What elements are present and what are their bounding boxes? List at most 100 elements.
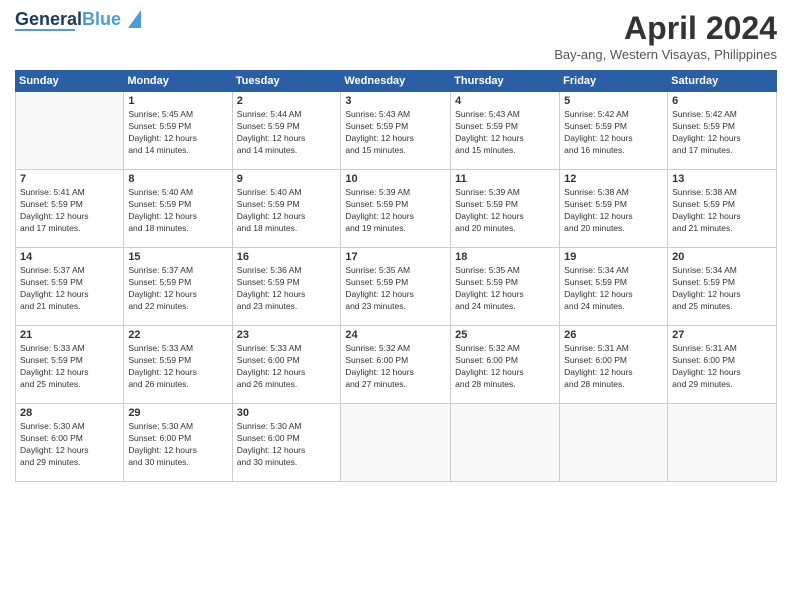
- day-number: 14: [20, 251, 119, 263]
- calendar-cell: 5 Sunrise: 5:42 AMSunset: 5:59 PMDaylight…: [560, 92, 668, 170]
- calendar-cell: 8 Sunrise: 5:40 AMSunset: 5:59 PMDaylight…: [124, 170, 232, 248]
- calendar-cell: 18 Sunrise: 5:35 AMSunset: 5:59 PMDayligh…: [451, 248, 560, 326]
- calendar-cell: 19 Sunrise: 5:34 AMSunset: 5:59 PMDayligh…: [560, 248, 668, 326]
- day-number: 9: [237, 173, 337, 185]
- calendar-cell: 28Sunrise: 5:30 AMSunset: 6:00 PMDayligh…: [16, 404, 124, 482]
- calendar-cell: [341, 404, 451, 482]
- day-number: 16: [237, 251, 337, 263]
- day-number: 30: [237, 407, 337, 419]
- calendar-cell: 9Sunrise: 5:40 AMSunset: 5:59 PMDaylight…: [232, 170, 341, 248]
- calendar-cell: 17Sunrise: 5:35 AMSunset: 5:59 PMDayligh…: [341, 248, 451, 326]
- logo-icon: [123, 10, 141, 28]
- day-number: 3: [345, 95, 446, 107]
- logo: GeneralBlue: [15, 10, 141, 31]
- day-info: Sunrise: 5:41 AMSunset: 5:59 PMDaylight:…: [20, 187, 119, 235]
- day-info: Sunrise: 5:31 AMSunset: 6:00 PMDaylight:…: [564, 343, 663, 391]
- day-number: 4: [455, 95, 555, 107]
- col-wednesday: Wednesday: [341, 71, 451, 92]
- calendar-header-row: Sunday Monday Tuesday Wednesday Thursday…: [16, 71, 777, 92]
- day-number: 19: [564, 251, 663, 263]
- subtitle: Bay-ang, Western Visayas, Philippines: [554, 47, 777, 62]
- day-info: Sunrise: 5:31 AMSunset: 6:00 PMDaylight:…: [672, 343, 772, 391]
- month-title: April 2024: [554, 10, 777, 47]
- calendar-cell: 4Sunrise: 5:43 AMSunset: 5:59 PMDaylight…: [451, 92, 560, 170]
- calendar-table: Sunday Monday Tuesday Wednesday Thursday…: [15, 70, 777, 482]
- day-number: 21: [20, 329, 119, 341]
- day-info: Sunrise: 5:40 AMSunset: 5:59 PMDaylight:…: [128, 187, 227, 235]
- calendar-cell: 16 Sunrise: 5:36 AMSunset: 5:59 PMDayligh…: [232, 248, 341, 326]
- day-info: Sunrise: 5:42 AMSunset: 5:59 PMDaylight:…: [672, 109, 772, 157]
- calendar-cell: 3Sunrise: 5:43 AMSunset: 5:59 PMDaylight…: [341, 92, 451, 170]
- day-number: 20: [672, 251, 772, 263]
- calendar-week-4: 21 Sunrise: 5:33 AMSunset: 5:59 PMDayligh…: [16, 326, 777, 404]
- day-info: Sunrise: 5:34 AMSunset: 5:59 PMDaylight:…: [672, 265, 772, 313]
- day-number: 25: [455, 329, 555, 341]
- col-saturday: Saturday: [668, 71, 777, 92]
- calendar-cell: 23 Sunrise: 5:33 AMSunset: 6:00 PMDayligh…: [232, 326, 341, 404]
- day-number: 13: [672, 173, 772, 185]
- day-info: Sunrise: 5:32 AMSunset: 6:00 PMDaylight:…: [345, 343, 446, 391]
- calendar-cell: 29Sunrise: 5:30 AMSunset: 6:00 PMDayligh…: [124, 404, 232, 482]
- day-number: 27: [672, 329, 772, 341]
- day-number: 18: [455, 251, 555, 263]
- day-info: Sunrise: 5:32 AMSunset: 6:00 PMDaylight:…: [455, 343, 555, 391]
- logo-text: GeneralBlue: [15, 10, 121, 28]
- day-info: Sunrise: 5:34 AMSunset: 5:59 PMDaylight:…: [564, 265, 663, 313]
- calendar-cell: 1 Sunrise: 5:45 AMSunset: 5:59 PMDaylight…: [124, 92, 232, 170]
- day-number: 22: [128, 329, 227, 341]
- day-number: 5: [564, 95, 663, 107]
- calendar-cell: 14 Sunrise: 5:37 AMSunset: 5:59 PMDayligh…: [16, 248, 124, 326]
- day-number: 24: [345, 329, 446, 341]
- day-number: 15: [128, 251, 227, 263]
- calendar-cell: 26 Sunrise: 5:31 AMSunset: 6:00 PMDayligh…: [560, 326, 668, 404]
- calendar-cell: 10Sunrise: 5:39 AMSunset: 5:59 PMDayligh…: [341, 170, 451, 248]
- calendar-cell: 7Sunrise: 5:41 AMSunset: 5:59 PMDaylight…: [16, 170, 124, 248]
- day-info: Sunrise: 5:39 AMSunset: 5:59 PMDaylight:…: [455, 187, 555, 235]
- day-info: Sunrise: 5:38 AMSunset: 5:59 PMDaylight:…: [672, 187, 772, 235]
- page: GeneralBlue April 2024 Bay-ang, Western …: [0, 0, 792, 612]
- day-info: Sunrise: 5:45 AMSunset: 5:59 PMDaylight:…: [128, 109, 227, 157]
- day-info: Sunrise: 5:39 AMSunset: 5:59 PMDaylight:…: [345, 187, 446, 235]
- day-info: Sunrise: 5:33 AMSunset: 5:59 PMDaylight:…: [128, 343, 227, 391]
- col-thursday: Thursday: [451, 71, 560, 92]
- calendar-cell: [451, 404, 560, 482]
- col-tuesday: Tuesday: [232, 71, 341, 92]
- day-number: 28: [20, 407, 119, 419]
- day-number: 8: [128, 173, 227, 185]
- calendar-cell: [560, 404, 668, 482]
- calendar-cell: [16, 92, 124, 170]
- calendar-cell: 13 Sunrise: 5:38 AMSunset: 5:59 PMDayligh…: [668, 170, 777, 248]
- day-number: 23: [237, 329, 337, 341]
- title-section: April 2024 Bay-ang, Western Visayas, Phi…: [554, 10, 777, 62]
- day-info: Sunrise: 5:33 AMSunset: 6:00 PMDaylight:…: [237, 343, 337, 391]
- calendar-cell: 11Sunrise: 5:39 AMSunset: 5:59 PMDayligh…: [451, 170, 560, 248]
- calendar-cell: 20 Sunrise: 5:34 AMSunset: 5:59 PMDayligh…: [668, 248, 777, 326]
- col-sunday: Sunday: [16, 71, 124, 92]
- day-info: Sunrise: 5:42 AMSunset: 5:59 PMDaylight:…: [564, 109, 663, 157]
- calendar-week-5: 28 Sunrise: 5:30 AMSunset: 6:00 PMDayligh…: [16, 404, 777, 482]
- day-number: 6: [672, 95, 772, 107]
- calendar-cell: 12Sunrise: 5:38 AMSunset: 5:59 PMDayligh…: [560, 170, 668, 248]
- calendar-cell: 24 Sunrise: 5:32 AMSunset: 6:00 PMDayligh…: [341, 326, 451, 404]
- day-info: Sunrise: 5:44 AMSunset: 5:59 PMDaylight:…: [237, 109, 337, 157]
- day-number: 1: [128, 95, 227, 107]
- day-number: 29: [128, 407, 227, 419]
- calendar-cell: 6 Sunrise: 5:42 AMSunset: 5:59 PMDaylight…: [668, 92, 777, 170]
- calendar-cell: 30 Sunrise: 5:30 AMSunset: 6:00 PMDayligh…: [232, 404, 341, 482]
- day-info: Sunrise: 5:37 AMSunset: 5:59 PMDaylight:…: [128, 265, 227, 313]
- day-number: 26: [564, 329, 663, 341]
- day-info: Sunrise: 5:37 AMSunset: 5:59 PMDaylight:…: [20, 265, 119, 313]
- calendar-cell: 2 Sunrise: 5:44 AMSunset: 5:59 PMDaylight…: [232, 92, 341, 170]
- day-info: Sunrise: 5:36 AMSunset: 5:59 PMDaylight:…: [237, 265, 337, 313]
- calendar-week-1: 1 Sunrise: 5:45 AMSunset: 5:59 PMDaylight…: [16, 92, 777, 170]
- day-info: Sunrise: 5:30 AMSunset: 6:00 PMDaylight:…: [237, 421, 337, 469]
- calendar-cell: 25 Sunrise: 5:32 AMSunset: 6:00 PMDayligh…: [451, 326, 560, 404]
- day-number: 17: [345, 251, 446, 263]
- day-number: 2: [237, 95, 337, 107]
- day-info: Sunrise: 5:35 AMSunset: 5:59 PMDaylight:…: [455, 265, 555, 313]
- day-number: 12: [564, 173, 663, 185]
- calendar-cell: [668, 404, 777, 482]
- calendar-cell: 27 Sunrise: 5:31 AMSunset: 6:00 PMDayligh…: [668, 326, 777, 404]
- header: GeneralBlue April 2024 Bay-ang, Western …: [15, 10, 777, 62]
- calendar-week-2: 7Sunrise: 5:41 AMSunset: 5:59 PMDaylight…: [16, 170, 777, 248]
